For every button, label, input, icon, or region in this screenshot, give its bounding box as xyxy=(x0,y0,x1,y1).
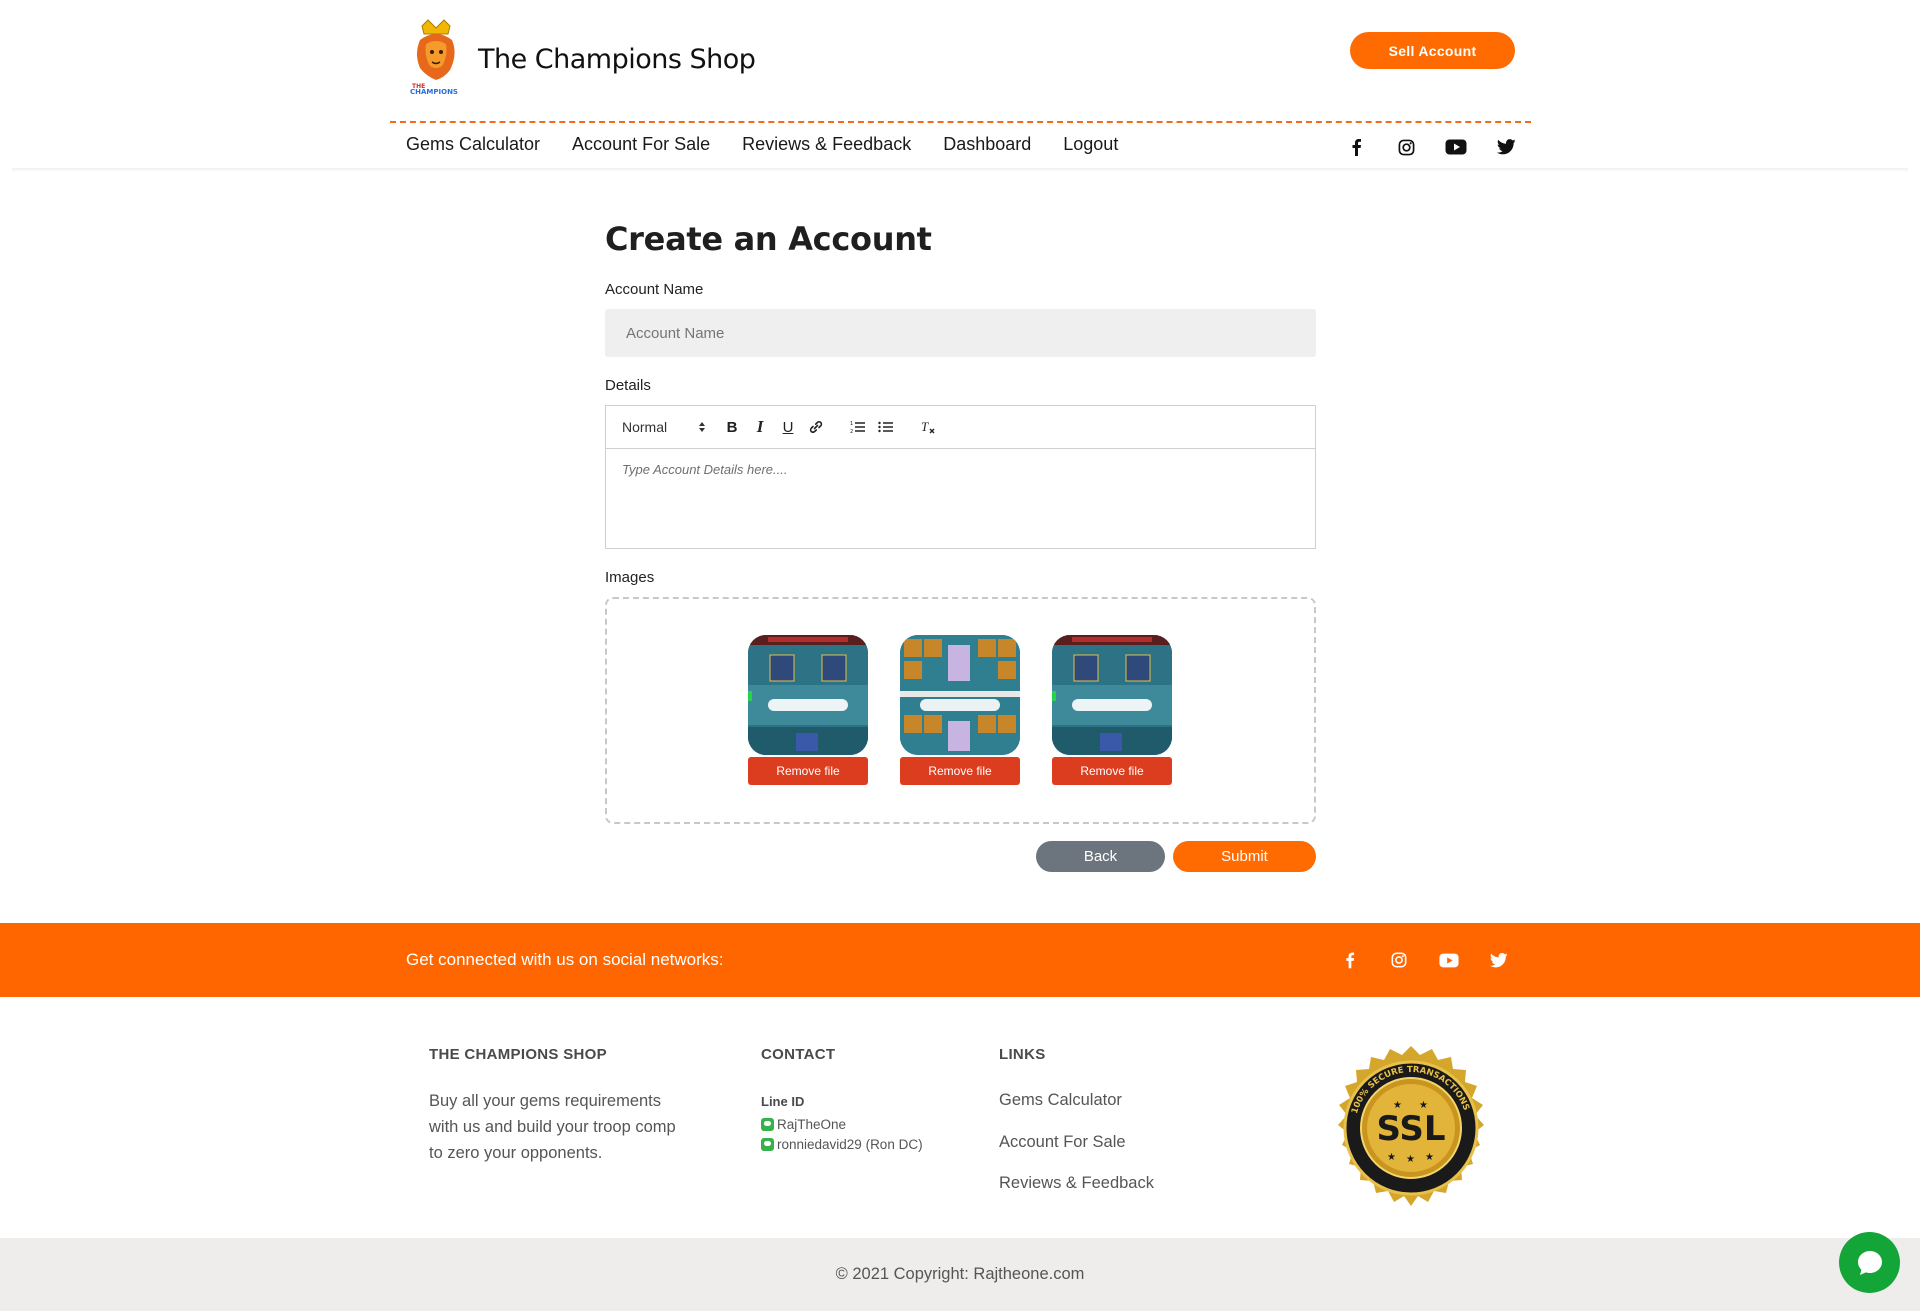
svg-text:SSL: SSL xyxy=(1376,1109,1445,1149)
footer-social-links xyxy=(1336,948,1512,972)
svg-text:T: T xyxy=(921,419,929,434)
facebook-icon[interactable] xyxy=(1336,948,1362,972)
submit-button[interactable]: Submit xyxy=(1173,841,1316,872)
remove-file-button[interactable]: Remove file xyxy=(900,757,1020,785)
line-app-icon xyxy=(761,1118,774,1131)
youtube-icon[interactable] xyxy=(1444,135,1468,159)
line-app-icon xyxy=(761,1138,774,1151)
header-divider xyxy=(390,121,1531,123)
sell-account-button[interactable]: Sell Account xyxy=(1350,32,1515,69)
svg-text:★: ★ xyxy=(1406,1154,1415,1165)
select-arrows-icon xyxy=(699,422,705,432)
header-social-links xyxy=(1344,135,1518,159)
images-label: Images xyxy=(605,569,655,586)
main-nav: Gems Calculator Account For Sale Reviews… xyxy=(406,134,1118,155)
nav-gems-calculator[interactable]: Gems Calculator xyxy=(406,134,540,155)
svg-text:★: ★ xyxy=(1387,1152,1396,1163)
image-thumbnail[interactable] xyxy=(748,635,868,755)
chat-bubble-icon xyxy=(1857,1250,1882,1275)
footer-link-gems-calculator[interactable]: Gems Calculator xyxy=(999,1091,1122,1110)
format-select-value: Normal xyxy=(622,419,668,435)
facebook-icon[interactable] xyxy=(1344,135,1368,159)
twitter-icon[interactable] xyxy=(1494,135,1518,159)
footer-link-account-for-sale[interactable]: Account For Sale xyxy=(999,1133,1126,1152)
svg-text:1: 1 xyxy=(850,421,853,427)
contact-item: RajTheOne xyxy=(761,1117,846,1132)
underline-icon[interactable]: U xyxy=(774,415,802,439)
bold-icon[interactable]: B xyxy=(718,415,746,439)
page-title: Create an Account xyxy=(605,220,932,258)
nav-logout[interactable]: Logout xyxy=(1063,134,1118,155)
editor-toolbar: Normal B I U 12 T xyxy=(606,406,1315,449)
social-band: Get connected with us on social networks… xyxy=(0,923,1920,997)
remove-file-button[interactable]: Remove file xyxy=(748,757,868,785)
nav-reviews-feedback[interactable]: Reviews & Feedback xyxy=(742,134,911,155)
header-shadow xyxy=(12,168,1908,172)
svg-text:★: ★ xyxy=(1425,1152,1434,1163)
ordered-list-icon[interactable]: 12 xyxy=(844,415,872,439)
footer-about-text: Buy all your gems requirements with us a… xyxy=(429,1092,676,1162)
nav-account-for-sale[interactable]: Account For Sale xyxy=(572,134,710,155)
image-thumbnail[interactable] xyxy=(900,635,1020,755)
image-preview-1: Remove file xyxy=(748,635,868,785)
bullet-list-icon[interactable] xyxy=(872,415,900,439)
footer-links-heading: LINKS xyxy=(999,1046,1046,1063)
svg-text:★: ★ xyxy=(1393,1100,1402,1111)
brand-name: The Champions Shop xyxy=(478,43,756,75)
youtube-icon[interactable] xyxy=(1436,948,1462,972)
instagram-icon[interactable] xyxy=(1394,135,1418,159)
footer-about-heading: THE CHAMPIONS SHOP xyxy=(429,1046,607,1063)
format-select[interactable]: Normal xyxy=(622,419,708,435)
image-thumbnail[interactable] xyxy=(1052,635,1172,755)
nav-dashboard[interactable]: Dashboard xyxy=(943,134,1031,155)
footer-contact-heading: CONTACT xyxy=(761,1046,836,1063)
chat-widget-button[interactable] xyxy=(1839,1232,1900,1293)
lion-logo: THE CHAMPIONS xyxy=(410,19,462,96)
contact-item: ronniedavid29 (Ron DC) xyxy=(761,1137,923,1152)
line-id-label: Line ID xyxy=(761,1094,805,1109)
remove-file-button[interactable]: Remove file xyxy=(1052,757,1172,785)
details-editor: Normal B I U 12 T Type Account Details h… xyxy=(605,405,1316,549)
contact-name: RajTheOne xyxy=(777,1117,847,1132)
italic-icon[interactable]: I xyxy=(746,415,774,439)
account-name-input[interactable] xyxy=(605,309,1316,357)
link-icon[interactable] xyxy=(802,415,830,439)
copyright-bar: © 2021 Copyright: Rajtheone.com xyxy=(0,1238,1920,1311)
image-preview-2: Remove file xyxy=(900,635,1020,785)
footer-link-reviews-feedback[interactable]: Reviews & Feedback xyxy=(999,1174,1154,1193)
account-name-label: Account Name xyxy=(605,281,704,298)
site-header: THE CHAMPIONS The Champions Shop Sell Ac… xyxy=(0,0,1920,172)
image-preview-3: Remove file xyxy=(1052,635,1172,785)
svg-text:2: 2 xyxy=(850,429,853,434)
svg-text:★: ★ xyxy=(1419,1100,1428,1111)
ssl-secure-badge: SSL ★ ★ ★ ★ ★ 100% SECURE TRANSACTIONS xyxy=(1338,1046,1484,1206)
image-dropzone[interactable]: Remove file Remove file Remove file xyxy=(605,597,1316,824)
details-label: Details xyxy=(605,377,651,394)
copyright-text: © 2021 Copyright: Rajtheone.com xyxy=(835,1265,1085,1283)
social-band-text: Get connected with us on social networks… xyxy=(406,950,724,969)
twitter-icon[interactable] xyxy=(1486,948,1512,972)
instagram-icon[interactable] xyxy=(1386,948,1412,972)
back-button[interactable]: Back xyxy=(1036,841,1165,872)
create-account-form: Create an Account Account Name Details N… xyxy=(605,220,1316,872)
clear-format-icon[interactable]: T xyxy=(914,415,942,439)
contact-name: ronniedavid29 (Ron DC) xyxy=(777,1137,923,1152)
details-textarea[interactable]: Type Account Details here.... xyxy=(606,449,1315,490)
svg-text:CHAMPIONS: CHAMPIONS xyxy=(410,88,458,96)
brand[interactable]: THE CHAMPIONS The Champions Shop xyxy=(406,18,756,100)
